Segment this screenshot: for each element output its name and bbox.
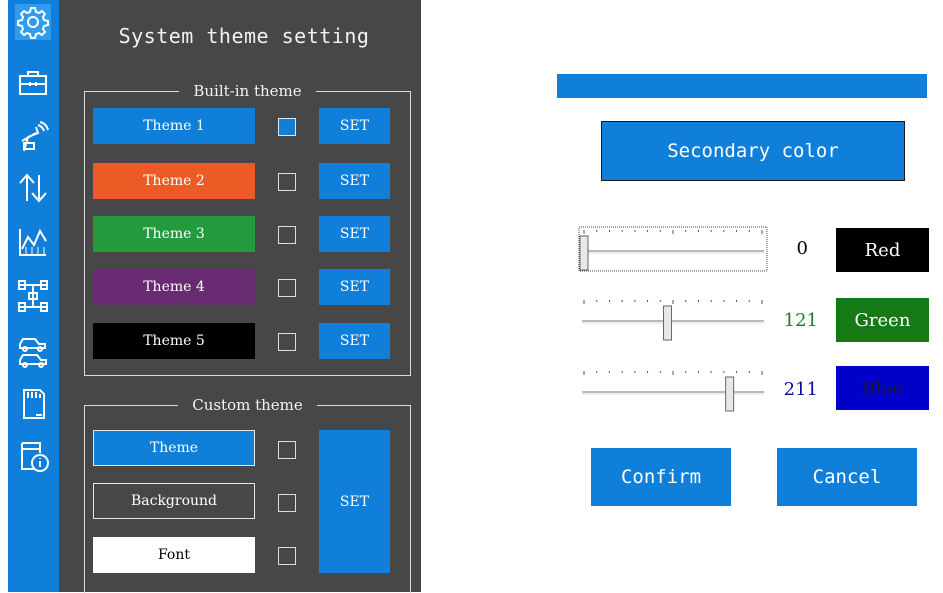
theme-1-checkbox[interactable] — [278, 118, 296, 136]
green-label: Green — [836, 298, 929, 342]
theme-4-set-button[interactable]: SET — [319, 269, 390, 305]
theme-3-button[interactable]: Theme 3 — [93, 216, 255, 252]
remote-control-icon[interactable] — [15, 120, 51, 156]
green-slider[interactable] — [578, 296, 768, 342]
toolbox-icon[interactable] — [15, 65, 51, 101]
theme-2-button[interactable]: Theme 2 — [93, 163, 255, 199]
page-title: System theme setting — [118, 24, 370, 48]
sidebar — [8, 0, 59, 592]
theme-4-button[interactable]: Theme 4 — [93, 269, 255, 305]
chassis-icon[interactable] — [15, 278, 51, 314]
theme-2-set-button[interactable]: SET — [319, 163, 390, 199]
theme-2-checkbox[interactable] — [278, 173, 296, 191]
confirm-button[interactable]: Confirm — [591, 448, 731, 506]
info-icon[interactable] — [15, 438, 51, 474]
theme-settings-panel: System theme setting Built-in theme Them… — [8, 0, 421, 593]
custom-theme-color-button[interactable]: Theme — [93, 430, 255, 466]
vehicle-swap-icon[interactable] — [15, 333, 51, 369]
secondary-color-title: Secondary color — [601, 121, 905, 181]
theme-4-checkbox[interactable] — [278, 279, 296, 297]
cancel-button[interactable]: Cancel — [777, 448, 917, 506]
theme-1-button[interactable]: Theme 1 — [93, 108, 255, 144]
green-value: 121 — [783, 310, 818, 331]
gear-icon[interactable] — [15, 4, 51, 40]
custom-font-color-button[interactable]: Font — [93, 537, 255, 573]
theme-3-set-button[interactable]: SET — [319, 216, 390, 252]
custom-theme-set-button[interactable]: SET — [319, 430, 390, 573]
red-slider[interactable] — [578, 226, 768, 272]
theme-5-button[interactable]: Theme 5 — [93, 323, 255, 359]
chart-icon[interactable] — [15, 224, 51, 260]
red-label: Red — [836, 228, 929, 272]
up-down-arrows-icon[interactable] — [15, 170, 51, 206]
blue-slider[interactable] — [578, 367, 768, 413]
builtin-theme-legend: Built-in theme — [179, 82, 316, 100]
custom-theme-legend: Custom theme — [178, 396, 317, 414]
theme-1-set-button[interactable]: SET — [319, 108, 390, 144]
custom-background-color-button[interactable]: Background — [93, 483, 255, 519]
custom-background-color-checkbox[interactable] — [278, 494, 296, 512]
green-slider-thumb — [663, 305, 673, 341]
red-slider-thumb — [579, 235, 589, 271]
blue-label: Blue — [836, 366, 929, 410]
blue-slider-thumb — [725, 376, 735, 412]
theme-5-set-button[interactable]: SET — [319, 323, 390, 359]
custom-theme-color-checkbox[interactable] — [278, 441, 296, 459]
custom-font-color-checkbox[interactable] — [278, 547, 296, 565]
red-value: 0 — [796, 238, 808, 259]
theme-5-checkbox[interactable] — [278, 333, 296, 351]
sd-card-icon[interactable] — [15, 386, 51, 422]
dialog-header-bar — [557, 74, 927, 98]
blue-value: 211 — [783, 379, 818, 400]
theme-3-checkbox[interactable] — [278, 226, 296, 244]
